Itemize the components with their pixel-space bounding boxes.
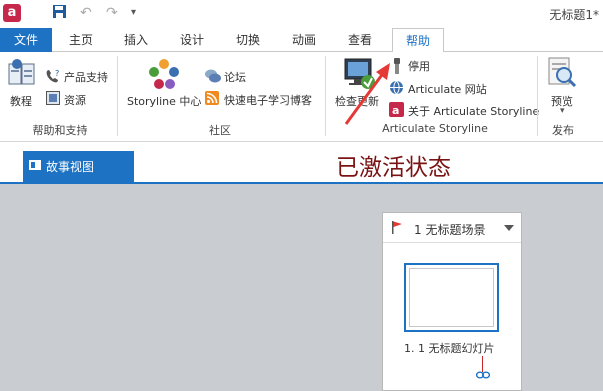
tab-transitions[interactable]: 切换 [224,28,272,52]
product-support-icon: ? [45,68,61,87]
flag-icon [392,221,402,234]
link-icon [476,371,490,379]
product-support-button[interactable]: 产品支持 [64,69,108,85]
tab-design[interactable]: 设计 [168,28,216,52]
tutorials-icon [8,58,36,93]
group-divider [117,56,118,136]
document-title: 无标题1* [549,8,599,22]
forums-icon [205,69,221,86]
storyline-center-icon [148,57,180,94]
view-tab-strip: 故事视图 [0,142,603,182]
story-view-icon [29,160,41,170]
tab-insert[interactable]: 插入 [112,28,160,52]
annotation-arrow-icon [344,63,390,125]
tutorials-button[interactable]: 教程 [10,93,32,109]
scene-card[interactable]: 1 无标题场景 1. 1 无标题幻灯片 [382,212,522,391]
group-label-help-support: 帮助和支持 [32,124,88,137]
app-logo-icon: a [3,4,21,22]
ribbon-tabs: 文件 主页 插入 设计 切换 动画 查看 帮助 [0,28,603,53]
preview-dropdown-icon[interactable]: ▾ [560,106,565,116]
slide-label: 1. 1 无标题幻灯片 [404,342,495,355]
tab-animations[interactable]: 动画 [280,28,328,52]
tab-home[interactable]: 主页 [57,28,105,52]
undo-icon[interactable]: ↶ [80,4,92,22]
group-label-publish: 发布 [552,124,574,137]
tab-file[interactable]: 文件 [0,28,52,52]
tab-help[interactable]: 帮助 [392,28,444,53]
articulate-website-button[interactable]: Articulate 网站 [408,81,487,97]
slide-connector [482,356,483,372]
customize-toolbar-icon[interactable]: ▾ [131,4,136,22]
rss-blog-icon [205,91,219,108]
preview-icon [547,57,577,92]
resources-button[interactable]: 资源 [64,92,86,108]
scene-header[interactable]: 1 无标题场景 [383,213,521,243]
group-divider [537,56,538,136]
elearning-blog-button[interactable]: 快速电子学习博客 [224,92,312,108]
tab-view[interactable]: 查看 [336,28,384,52]
slide-thumbnail[interactable] [404,263,499,332]
story-view-label: 故事视图 [46,160,95,174]
scene-dropdown-icon[interactable] [504,225,514,231]
group-label-community: 社区 [209,124,231,137]
svg-text:?: ? [55,69,59,78]
annotation-text: 已激活状态 [336,155,451,181]
forums-button[interactable]: 论坛 [224,69,246,85]
scene-title: 1 无标题场景 [414,223,486,237]
resources-icon [46,91,60,108]
save-icon[interactable] [52,4,68,22]
about-storyline-button[interactable]: 关于 Articulate Storyline [408,103,539,119]
story-view-tab[interactable]: 故事视图 [23,151,134,182]
title-bar: a ↶ ↷ ▾ 无标题1* [0,0,603,28]
deactivate-button[interactable]: 停用 [408,58,430,74]
ribbon-panel: 教程 ? 产品支持 资源 帮助和支持 Storyline 中心 论坛 快速电子学… [0,52,603,142]
redo-icon[interactable]: ↷ [106,4,118,22]
storyline-center-button[interactable]: Storyline 中心 [127,93,201,109]
group-divider [325,56,326,136]
